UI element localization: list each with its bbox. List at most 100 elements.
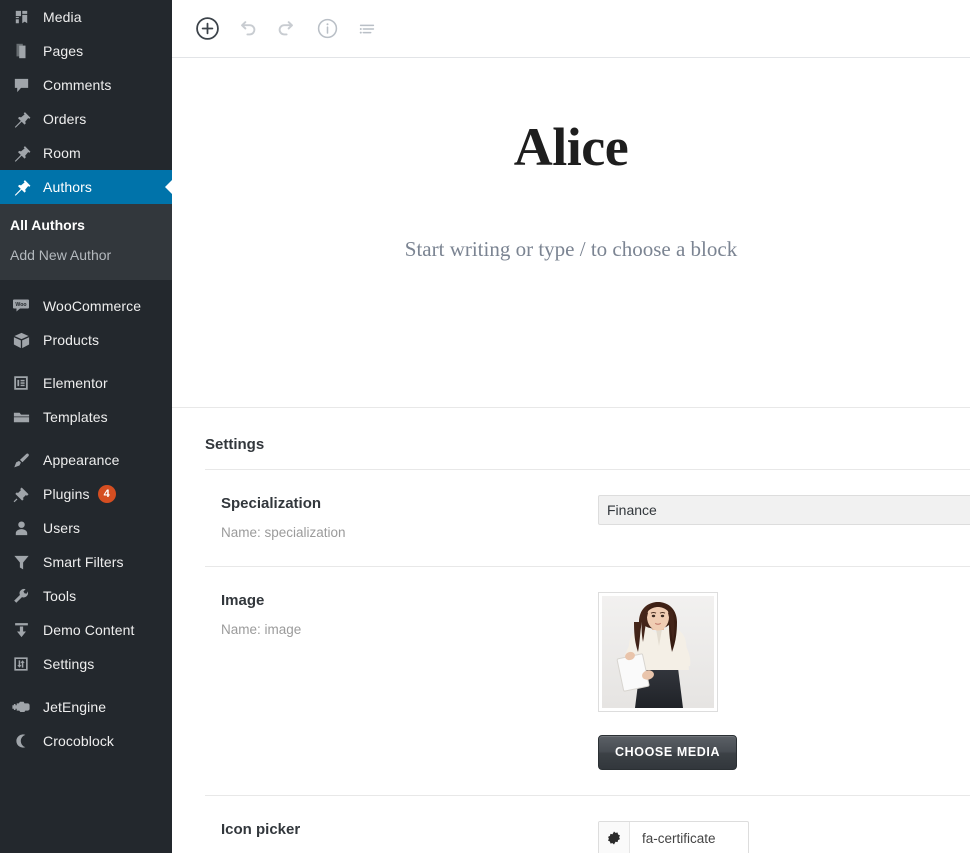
admin-sidebar: Media Pages Comments Orders Room Authors… [0,0,172,853]
icon-picker-control[interactable]: fa-certificate [598,821,749,853]
list-view-button[interactable] [347,9,387,49]
sidebar-item-label: Templates [43,409,108,426]
submenu-item-all-authors[interactable]: All Authors [0,210,172,240]
active-arrow-indicator [165,179,172,195]
sidebar-item-plugins[interactable]: Plugins 4 [0,477,172,511]
sidebar-item-users[interactable]: Users [0,511,172,545]
media-icon [10,6,32,28]
sidebar-item-demo-content[interactable]: Demo Content [0,613,172,647]
specialization-input[interactable] [598,495,970,525]
block-editor-canvas[interactable]: Alice Start writing or type / to choose … [172,58,970,408]
sidebar-item-label: Media [43,9,82,25]
icon-picker-value: fa-certificate [642,830,716,846]
crocoblock-icon [10,730,32,752]
sidebar-item-label: Users [43,520,81,537]
sidebar-item-label: Room [43,145,81,161]
folder-icon [10,406,32,428]
field-control-group: fa-certificate [598,821,970,853]
products-box-icon [10,329,32,351]
field-control-group: Choose media [598,592,970,771]
submenu-item-add-new-author[interactable]: Add New Author [0,240,172,270]
sidebar-item-label: Products [43,332,100,349]
sidebar-item-label: JetEngine [43,699,107,716]
plugins-update-badge: 4 [97,485,116,504]
sidebar-item-media[interactable]: Media [0,0,172,34]
sidebar-item-label: Demo Content [43,622,135,639]
submenu-item-label: Add New Author [10,247,112,264]
field-label: Icon picker [221,821,301,839]
elementor-icon [10,372,32,394]
choose-media-button[interactable]: Choose media [598,735,738,771]
user-icon [10,517,32,539]
sidebar-item-settings[interactable]: Settings [0,647,172,681]
editor-toolbar [172,0,970,58]
sidebar-item-room[interactable]: Room [0,136,172,170]
field-row-specialization: Specialization Name: specialization [205,470,970,568]
sidebar-item-woocommerce[interactable]: Woo WooCommerce [0,289,172,323]
woocommerce-icon: Woo [10,295,32,317]
redo-arrow-icon [278,20,293,35]
sidebar-item-label: Plugins [43,486,90,503]
field-control-group [598,495,970,525]
sidebar-item-label: Appearance [43,452,120,469]
sidebar-item-smart-filters[interactable]: Smart Filters [0,545,172,579]
pin-icon [10,108,32,130]
field-name-hint: Name: image [221,622,302,638]
sidebar-item-label: Settings [43,656,95,673]
plus-circle-icon [195,17,219,40]
menu-separator [0,357,172,366]
list-view-icon [359,24,375,34]
svg-text:Woo: Woo [15,302,26,308]
author-photo-illustration [602,596,714,709]
field-label: Image [221,592,265,610]
menu-separator [0,681,172,690]
menu-separator [0,434,172,443]
info-circle-icon [317,18,337,39]
submenu-item-label: All Authors [10,217,85,233]
field-name-hint: Name: specialization [221,525,346,540]
thumbnail-image [602,596,714,709]
certificate-icon [599,822,630,853]
settings-metabox: Settings Specialization Name: specializa… [205,408,970,853]
undo-arrow-icon [241,20,256,35]
sidebar-item-label: Authors [43,179,92,195]
add-block-button[interactable] [187,9,227,49]
image-preview-thumbnail[interactable] [598,592,718,713]
sidebar-item-appearance[interactable]: Appearance [0,443,172,477]
details-info-button[interactable] [307,9,347,49]
sidebar-item-elementor[interactable]: Elementor [0,366,172,400]
block-placeholder-text[interactable]: Start writing or type / to choose a bloc… [172,234,970,266]
sidebar-item-label: Orders [43,111,87,127]
sidebar-item-products[interactable]: Products [0,323,172,357]
field-label: Specialization [221,495,322,512]
field-label-group: Image Name: image [221,592,598,638]
undo-button[interactable] [227,9,267,49]
pin-icon [10,142,32,164]
sidebar-item-authors[interactable]: Authors [0,170,172,204]
wrench-icon [10,585,32,607]
sidebar-item-templates[interactable]: Templates [0,400,172,434]
sidebar-item-label: Tools [43,588,77,605]
download-icon [10,619,32,641]
menu-separator [0,280,172,289]
settings-metabox-title: Settings [205,408,970,470]
editor-main-area: Alice Start writing or type / to choose … [172,0,970,853]
sidebar-item-label: Elementor [43,375,108,392]
sidebar-item-label: WooCommerce [43,298,142,315]
post-title[interactable]: Alice [172,116,970,178]
sidebar-item-pages[interactable]: Pages [0,34,172,68]
redo-button[interactable] [267,9,307,49]
sidebar-item-jetengine[interactable]: JetEngine [0,690,172,724]
field-row-image: Image Name: image CHOOSE MEDIA [205,567,970,797]
paintbrush-icon [10,449,32,471]
funnel-icon [10,551,32,573]
plug-icon [10,483,32,505]
pages-icon [10,40,32,62]
sidebar-item-comments[interactable]: Comments [0,68,172,102]
sidebar-item-label: Smart Filters [43,554,124,571]
comments-icon [10,74,32,96]
sidebar-item-tools[interactable]: Tools [0,579,172,613]
sidebar-item-label: Comments [43,77,112,93]
sidebar-item-orders[interactable]: Orders [0,102,172,136]
sidebar-item-crocoblock[interactable]: Crocoblock [0,724,172,758]
